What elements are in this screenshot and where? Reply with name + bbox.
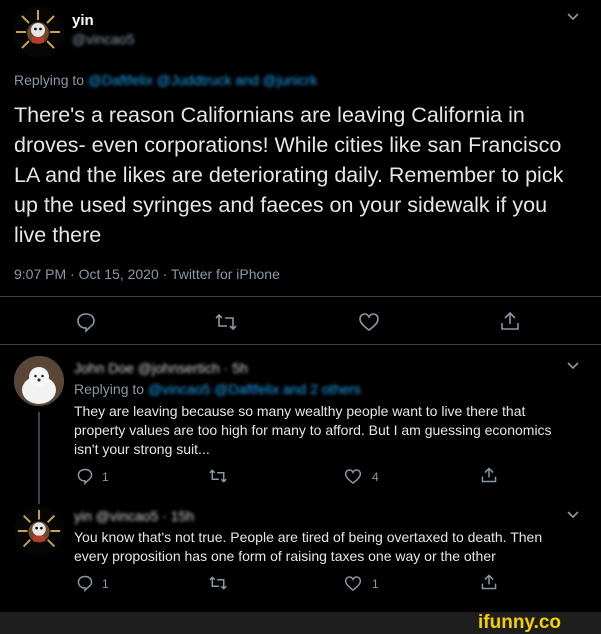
avatar[interactable] — [14, 356, 64, 406]
tweet-text: There's a reason Californians are leavin… — [14, 103, 564, 247]
share-icon[interactable] — [480, 466, 498, 484]
share-icon[interactable] — [480, 573, 498, 591]
reply-count: 1 — [102, 470, 109, 484]
like-icon[interactable] — [358, 312, 380, 332]
reply-text: They are leaving because so many wealthy… — [74, 403, 552, 457]
avatar[interactable] — [14, 506, 64, 556]
like-count: 1 — [372, 577, 379, 591]
reply-text: You know that's not true. People are tir… — [74, 529, 543, 564]
chevron-down-icon[interactable] — [566, 12, 580, 22]
reply-icon[interactable] — [76, 574, 94, 592]
divider — [0, 296, 601, 297]
chevron-down-icon[interactable] — [566, 361, 580, 371]
retweet-icon[interactable] — [208, 574, 228, 592]
share-icon[interactable] — [499, 310, 521, 332]
like-count: 4 — [372, 470, 379, 484]
like-icon[interactable] — [344, 468, 362, 485]
reply-header[interactable]: John Doe @johnsertich · 5h — [74, 360, 248, 376]
reply-header[interactable]: yin @vincao5 · 15h — [74, 508, 194, 524]
replying-to-label: Replying to — [74, 381, 145, 397]
tweet-meta: 9:07 PM · Oct 15, 2020 · Twitter for iPh… — [14, 266, 280, 282]
thread-line — [38, 412, 40, 504]
retweet-icon[interactable] — [214, 311, 238, 333]
reply-count: 1 — [102, 577, 109, 591]
chevron-down-icon[interactable] — [566, 510, 580, 520]
divider — [0, 344, 601, 345]
replying-to-line: Replying to @Daftfelix @Juddtruck and @j… — [14, 72, 317, 88]
replying-to-line: Replying to @vincao5 @Daftfelix and 2 ot… — [74, 381, 361, 397]
reply-icon[interactable] — [76, 467, 94, 485]
display-name[interactable]: yin — [72, 12, 94, 29]
retweet-icon[interactable] — [208, 467, 228, 485]
watermark: ifunny.co — [478, 612, 562, 633]
replying-to-link[interactable]: @Daftfelix @Juddtruck and @junicrk — [88, 72, 317, 88]
replying-to-label: Replying to — [14, 72, 85, 88]
user-handle[interactable]: @vincao5 — [72, 31, 134, 47]
replying-to-link[interactable]: @vincao5 @Daftfelix and 2 others — [148, 381, 361, 397]
like-icon[interactable] — [344, 575, 362, 592]
avatar[interactable] — [12, 6, 64, 58]
reply-icon[interactable] — [75, 311, 97, 333]
